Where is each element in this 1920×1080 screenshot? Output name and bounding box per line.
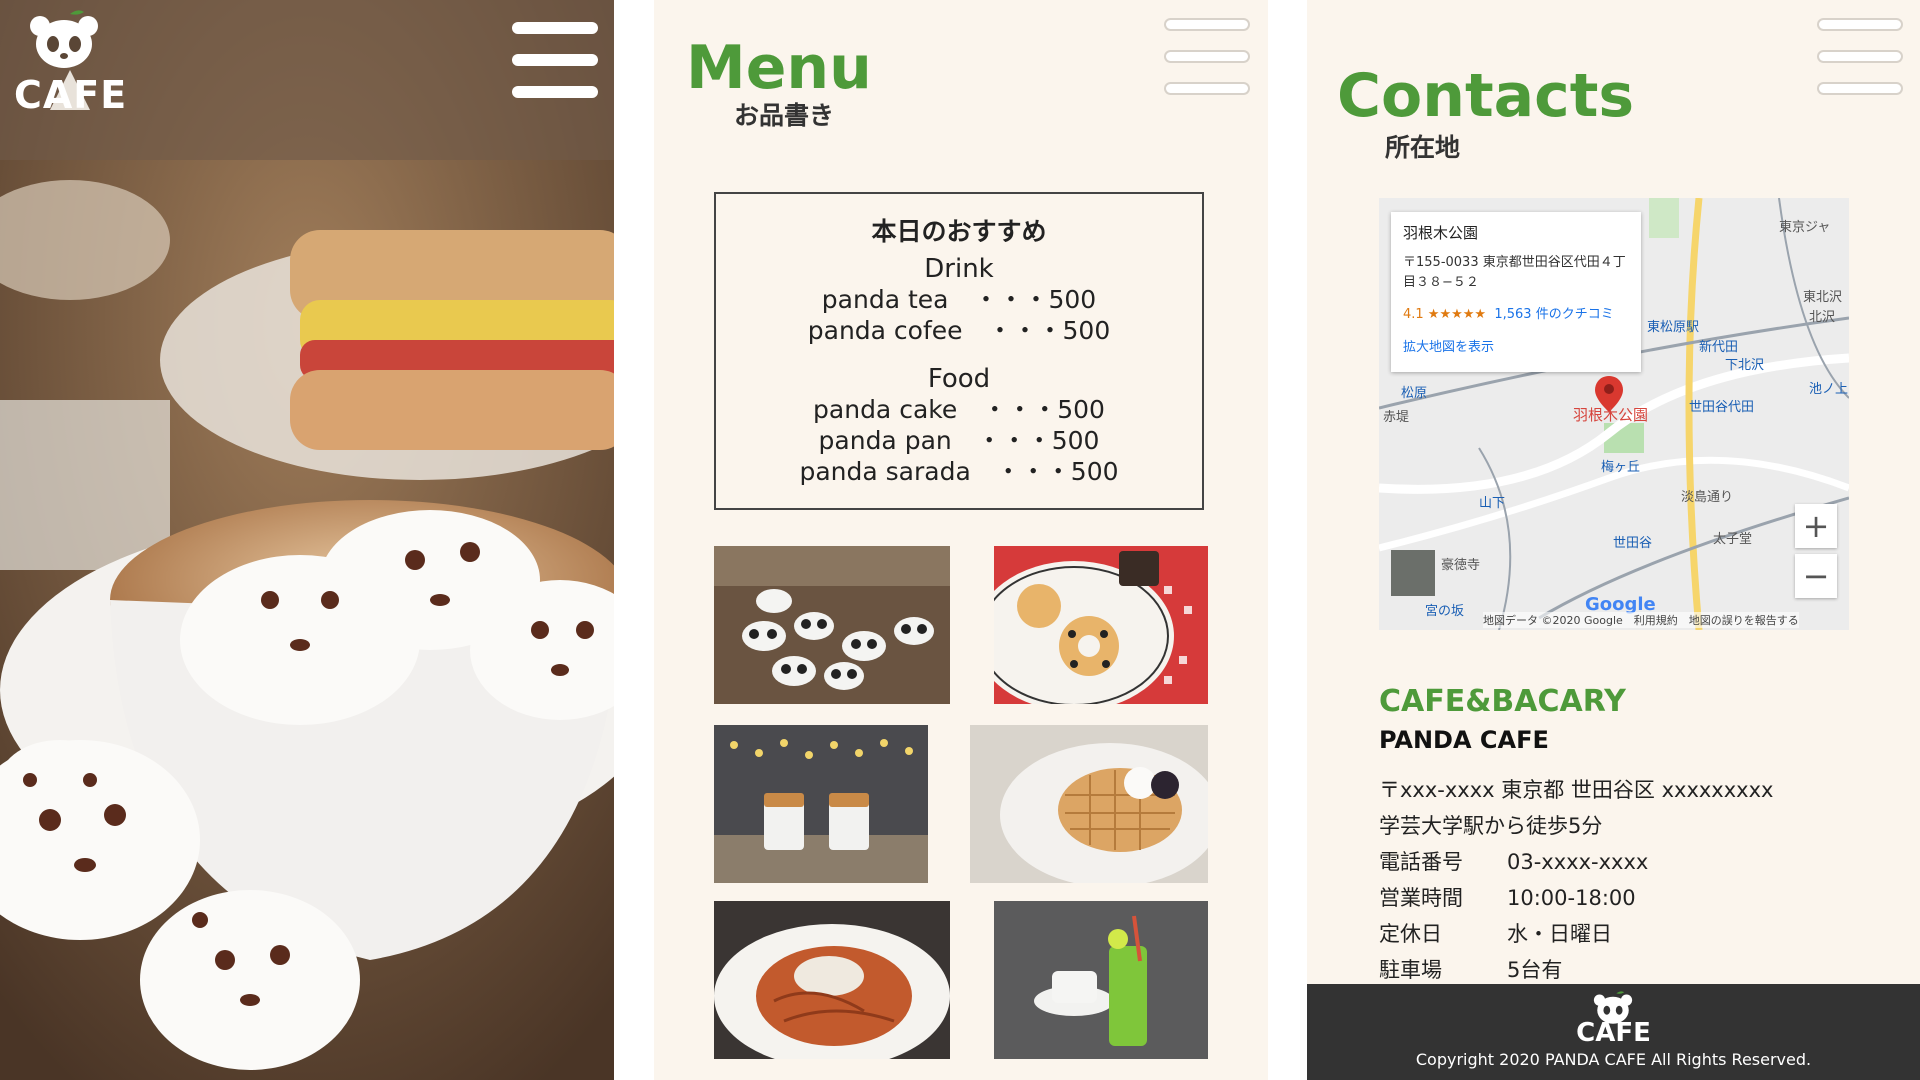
panda-icon [30,10,98,68]
place-address: 目３８−５２ [1403,275,1479,290]
map-station-label: 東松原駅 [1647,320,1700,335]
menu-bar-icon [1164,82,1250,95]
detail-key: 定休日 [1379,922,1442,946]
menu-item: panda pan ・・・500 [818,426,1100,455]
detail-row: 営業時間 10:00-18:00 [1379,882,1636,912]
menu-box-heading: 本日のおすすめ [871,217,1047,246]
page-subtitle: お品書き [734,101,835,130]
menu-item: panda tea ・・・500 [821,285,1097,314]
enlarge-map-link[interactable]: 拡大地図を表示 [1403,336,1629,355]
recommended-menu-box: 本日のおすすめ Drink panda tea ・・・500 panda cof… [714,192,1204,510]
reviews-link[interactable]: 1,563 件のクチコミ [1494,307,1613,322]
home-screen: CAFE [0,0,614,1080]
map-pin-label: 羽根木公園 [1573,406,1649,424]
menu-bar-icon [1817,50,1903,63]
cafe-address: 〒xxx-xxxx 東京都 世田谷区 xxxxxxxxx [1379,778,1774,802]
panda-icon [1593,991,1633,1024]
map-label: 赤堤 [1383,410,1410,425]
map-station-label: 池ノ上 [1809,382,1849,397]
hamburger-menu-button[interactable] [512,22,598,118]
google-map[interactable]: 羽根木公園 東京ジャ 東北沢 北沢 東松原駅 新代田 下北沢 池ノ上 松原 赤堤… [1379,198,1849,630]
map-station-label: 世田谷代田 [1689,400,1755,415]
site-footer: CAFE Copyright 2020 PANDA CAFE All Right… [1307,984,1920,1080]
cafe-heading: CAFE&BACARY [1379,684,1626,719]
map-station-label: 山下 [1479,496,1506,511]
cafe-logo[interactable]: CAFE [14,8,128,117]
menu-bar-icon [1817,18,1903,31]
detail-key: 電話番号 [1379,850,1463,874]
place-name: 羽根木公園 [1403,224,1479,242]
menu-category-drink: Drink [924,254,994,284]
logo-text: CAFE [14,73,128,117]
green-drink-coffee-photo [994,901,1208,1059]
detail-key: 営業時間 [1379,886,1463,910]
copyright-text: Copyright 2020 PANDA CAFE All Rights Res… [1415,1050,1812,1069]
hamburger-menu-button[interactable] [1164,18,1250,114]
map-label: 豪徳寺 [1441,558,1481,573]
contacts-screen: Contacts 所在地 羽根木公園 東京ジャ 東北沢 北沢 東松原駅 新代田 … [1307,0,1920,1080]
detail-value: 10:00-18:00 [1507,886,1636,910]
waffle-photo [970,725,1208,883]
map-station-label: 下北沢 [1725,358,1765,373]
zoom-in-button[interactable]: + [1795,504,1837,548]
map-attribution: 地図データ ©2020 Google 利用規約 地図の誤りを報告する [1483,612,1799,628]
hero-latte-marshmallow-photo [0,0,614,1080]
detail-row: 定休日 水・日曜日 [1379,918,1612,948]
hamburger-menu-button[interactable] [1817,18,1903,114]
pasta-photo [714,901,950,1059]
map-label: 東京ジャ [1779,220,1831,235]
map-station-label: 世田谷 [1613,536,1653,551]
page-title: Contacts [1337,61,1635,131]
menu-category-food: Food [927,364,991,394]
menu-bar-icon [512,86,598,98]
place-address: 〒155-0033 東京都世田谷区代田４丁 [1403,255,1626,270]
map-label: 東北沢 [1803,290,1843,305]
detail-row: 電話番号 03-xxxx-xxxx [1379,846,1648,876]
map-station-label: 宮の坂 [1425,604,1465,619]
detail-value: 水・日曜日 [1507,922,1612,946]
cafe-name: PANDA CAFE [1379,726,1549,754]
menu-item: panda cake ・・・500 [813,395,1105,424]
menu-item: panda sarada ・・・500 [799,457,1119,486]
cafe-access: 学芸大学駅から徒歩5分 [1379,814,1603,838]
rating-stars: 4.1 ★★★★★ [1403,307,1487,322]
map-label: 太子堂 [1713,532,1753,547]
zoom-out-button[interactable]: − [1795,554,1837,598]
menu-screen: Menu お品書き 本日のおすすめ Drink panda tea ・・・500… [654,0,1268,1080]
place-info-card: 羽根木公園 〒155-0033 東京都世田谷区代田４丁 目３８−５２ 4.1 ★… [1391,212,1641,372]
panda-donut-photo [994,546,1208,704]
page-title: Menu [686,33,872,103]
map-station-label: 松原 [1401,386,1428,401]
detail-key: 駐車場 [1379,958,1442,982]
menu-item: panda cofee ・・・500 [807,316,1111,345]
menu-bar-icon [1817,82,1903,95]
map-label: 北沢 [1809,310,1836,325]
menu-bar-icon [512,22,598,34]
detail-value: 03-xxxx-xxxx [1507,850,1649,874]
map-station-label: 梅ヶ丘 [1601,460,1641,475]
map-station-label: 新代田 [1699,340,1739,355]
detail-row: 駐車場 5台有 [1379,954,1562,984]
panda-figurines-photo [714,546,950,704]
menu-bar-icon [1164,18,1250,31]
page-subtitle: 所在地 [1385,133,1461,162]
place-rating: 4.1 ★★★★★ 1,563 件のクチコミ [1403,303,1629,322]
menu-bar-icon [512,54,598,66]
map-label: 淡島通り [1681,490,1734,505]
detail-value: 5台有 [1507,958,1563,982]
menu-bar-icon [1164,50,1250,63]
drinks-with-lights-photo [714,725,928,883]
